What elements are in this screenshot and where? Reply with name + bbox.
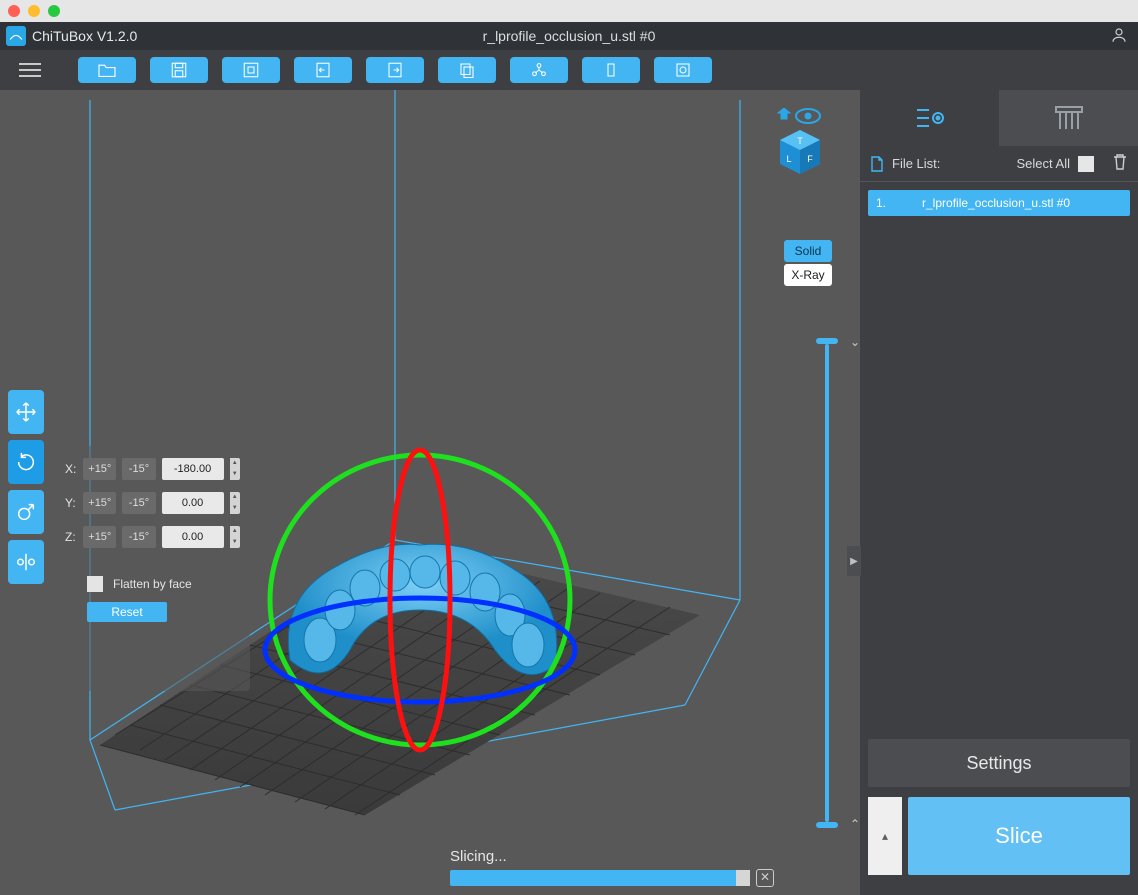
slider-collapse-top-icon[interactable]: ⌄ [850,335,860,349]
file-list-icon [870,156,884,172]
document-title: r_lprofile_occlusion_u.stl #0 [483,28,656,44]
menu-button[interactable] [8,55,52,85]
orientation-widget[interactable]: T L F [770,108,830,178]
rotate-y-minus[interactable]: -15° [122,492,155,514]
tab-settings-list[interactable] [860,90,999,146]
rotate-z-stepper[interactable]: ▲▼ [230,526,240,548]
viewport-3d[interactable]: X: +15° -15° ▲▼ Y: +15° -15° ▲▼ Z: +15° … [0,90,860,895]
window-chrome [0,0,1138,22]
copy-button[interactable] [438,57,496,83]
view-mode-solid[interactable]: Solid [784,240,832,262]
transform-tool-strip [8,390,44,584]
app-title: ChiTuBox V1.2.0 [32,28,137,44]
rotate-x-label: X: [65,462,77,476]
import-button[interactable] [294,57,352,83]
mirror-tool[interactable] [8,540,44,584]
rotate-y-stepper[interactable]: ▲▼ [230,492,240,514]
svg-text:L: L [786,154,791,164]
rotate-x-stepper[interactable]: ▲▼ [230,458,240,480]
rotate-x-input[interactable] [162,458,224,480]
rotate-z-label: Z: [65,530,77,544]
open-button[interactable] [78,57,136,83]
panel-collapse-button[interactable]: ▶ [847,546,861,576]
rotate-tool[interactable] [8,440,44,484]
slicing-cancel-button[interactable]: ✕ [756,869,774,887]
minimize-window-icon[interactable] [28,5,40,17]
file-list-header: File List: [892,156,940,171]
rotate-y-plus[interactable]: +15° [83,492,116,514]
close-window-icon[interactable] [8,5,20,17]
screenshot-button[interactable] [222,57,280,83]
rotate-x-plus[interactable]: +15° [83,458,116,480]
dig-hole-button[interactable] [654,57,712,83]
slicing-status-label: Slicing... [450,848,507,865]
svg-text:F: F [807,154,813,164]
flatten-by-face-checkbox[interactable] [87,576,103,592]
move-tool[interactable] [8,390,44,434]
rotate-reset-button[interactable]: Reset [87,602,167,622]
rotate-y-input[interactable] [162,492,224,514]
save-button[interactable] [150,57,208,83]
flatten-by-face-label: Flatten by face [113,577,192,591]
rotate-y-label: Y: [65,496,77,510]
main-toolbar [0,50,1138,90]
maximize-window-icon[interactable] [48,5,60,17]
slicing-progress-bar [450,870,750,886]
view-mode-toggle: Solid X-Ray [784,240,832,286]
account-icon[interactable] [1110,26,1128,47]
delete-file-button[interactable] [1112,153,1128,174]
app-logo-icon [6,26,26,46]
rotation-gizmo[interactable] [255,400,585,800]
machine-select-button[interactable]: ▴ [868,797,902,875]
tab-supports[interactable] [999,90,1138,146]
svg-text:T: T [797,136,803,146]
rotate-z-plus[interactable]: +15° [83,526,116,548]
right-panel: ▶ File List: Select All 1. r_lprofile_oc… [860,90,1138,895]
hollow-button[interactable] [582,57,640,83]
rotate-z-minus[interactable]: -15° [122,526,155,548]
slider-collapse-bottom-icon[interactable]: ⌃ [850,817,860,831]
select-all-label: Select All [1017,156,1070,171]
export-button[interactable] [366,57,424,83]
slice-button[interactable]: Slice [908,797,1130,875]
select-all-checkbox[interactable] [1078,156,1094,172]
layer-slider[interactable]: ⌄ ⌃ [816,338,838,828]
rotate-z-input[interactable] [162,526,224,548]
rotate-panel: X: +15° -15° ▲▼ Y: +15° -15° ▲▼ Z: +15° … [55,446,250,691]
settings-button[interactable]: Settings [868,739,1130,787]
view-mode-xray[interactable]: X-Ray [784,264,832,286]
autolayout-button[interactable] [510,57,568,83]
scale-tool[interactable] [8,490,44,534]
title-bar: ChiTuBox V1.2.0 r_lprofile_occlusion_u.s… [0,22,1138,50]
file-item-index: 1. [876,196,886,210]
slicing-progress: ✕ [450,869,774,887]
file-item-name: r_lprofile_occlusion_u.stl #0 [922,196,1070,210]
rotate-x-minus[interactable]: -15° [122,458,155,480]
file-list-item[interactable]: 1. r_lprofile_occlusion_u.stl #0 [868,190,1130,216]
